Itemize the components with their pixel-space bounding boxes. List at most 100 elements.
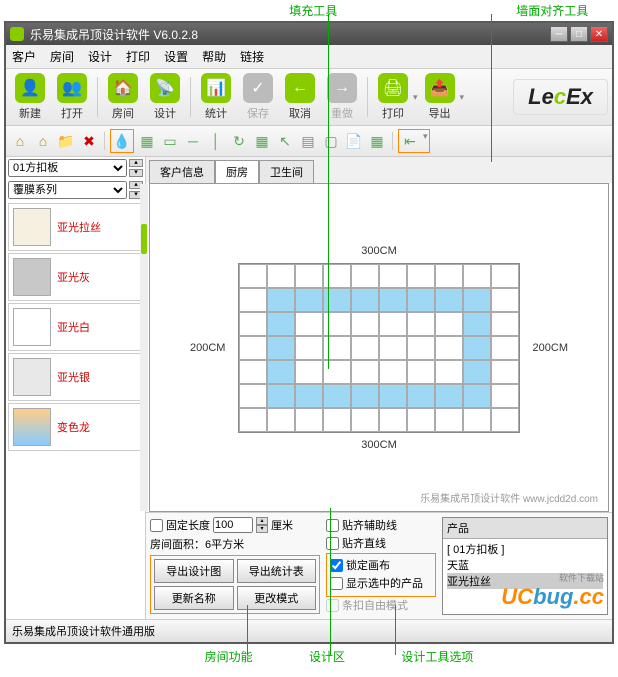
material-亚光灰[interactable]: 亚光灰 <box>8 253 143 301</box>
cell[interactable] <box>239 264 267 288</box>
cell[interactable] <box>491 384 519 408</box>
material-type-select[interactable]: 01方扣板 <box>8 159 127 177</box>
cell[interactable] <box>295 288 323 312</box>
remove-icon[interactable]: ▢ <box>321 131 341 151</box>
cell[interactable] <box>407 336 435 360</box>
tb-新建[interactable]: 👤新建 <box>10 73 50 121</box>
cell[interactable] <box>239 288 267 312</box>
home2-icon[interactable]: ⌂ <box>33 131 53 151</box>
tab-客户信息[interactable]: 客户信息 <box>149 160 215 183</box>
cell[interactable] <box>295 360 323 384</box>
export-stats-button[interactable]: 导出统计表 <box>237 559 317 583</box>
cell[interactable] <box>267 336 295 360</box>
cell[interactable] <box>295 384 323 408</box>
cell[interactable] <box>491 336 519 360</box>
cell[interactable] <box>267 264 295 288</box>
tb-导出[interactable]: 📤导出 <box>420 73 460 121</box>
cell[interactable] <box>463 312 491 336</box>
cell[interactable] <box>491 264 519 288</box>
cell[interactable] <box>379 288 407 312</box>
tb-打印[interactable]: 🖨打印 <box>373 73 413 121</box>
cell[interactable] <box>491 312 519 336</box>
doc-icon[interactable]: 📄 <box>344 131 364 151</box>
cell[interactable] <box>379 408 407 432</box>
menu-打印[interactable]: 打印 <box>124 47 152 66</box>
align-left-icon[interactable]: ⇤ <box>400 131 420 151</box>
cell[interactable] <box>491 288 519 312</box>
minus-icon[interactable]: ─ <box>183 131 203 151</box>
spin-down[interactable]: ▾ <box>256 525 268 533</box>
fixed-length-check[interactable] <box>150 519 163 532</box>
cell[interactable] <box>379 360 407 384</box>
home-icon[interactable]: ⌂ <box>10 131 30 151</box>
menu-设计[interactable]: 设计 <box>86 47 114 66</box>
nav-down[interactable]: ▾ <box>129 169 143 177</box>
cell[interactable] <box>239 408 267 432</box>
material-亚光拉丝[interactable]: 亚光拉丝 <box>8 203 143 251</box>
cell[interactable] <box>463 408 491 432</box>
cell[interactable] <box>239 384 267 408</box>
menu-房间[interactable]: 房间 <box>48 47 76 66</box>
rect-icon[interactable]: ▭ <box>160 131 180 151</box>
cell[interactable] <box>267 384 295 408</box>
dropper-icon[interactable]: 💧 <box>112 131 132 151</box>
cell[interactable] <box>239 336 267 360</box>
cell[interactable] <box>407 264 435 288</box>
cell[interactable] <box>463 264 491 288</box>
align-line-check[interactable] <box>326 537 339 550</box>
cell[interactable] <box>491 408 519 432</box>
menu-链接[interactable]: 链接 <box>238 47 266 66</box>
cell[interactable] <box>351 408 379 432</box>
cell[interactable] <box>379 336 407 360</box>
cell[interactable] <box>379 384 407 408</box>
cell[interactable] <box>239 312 267 336</box>
cell[interactable] <box>295 264 323 288</box>
material-series-select[interactable]: 覆膜系列 <box>8 181 127 199</box>
cell[interactable] <box>463 288 491 312</box>
cell[interactable] <box>407 384 435 408</box>
nav-up[interactable]: ▴ <box>129 159 143 167</box>
cell[interactable] <box>435 288 463 312</box>
cell[interactable] <box>351 288 379 312</box>
cell[interactable] <box>351 384 379 408</box>
material-亚光银[interactable]: 亚光银 <box>8 353 143 401</box>
cell[interactable] <box>407 408 435 432</box>
cell[interactable] <box>267 360 295 384</box>
lock-canvas-check[interactable] <box>330 559 343 572</box>
cell[interactable] <box>323 408 351 432</box>
menu-设置[interactable]: 设置 <box>162 47 190 66</box>
cell[interactable] <box>379 312 407 336</box>
export-design-button[interactable]: 导出设计图 <box>154 559 234 583</box>
rotate-icon[interactable]: ↻ <box>229 131 249 151</box>
tb-统计[interactable]: 📊统计 <box>196 73 236 121</box>
pointer-icon[interactable]: ↖ <box>275 131 295 151</box>
length-input[interactable] <box>213 517 253 533</box>
show-selected-check[interactable] <box>330 577 343 590</box>
cell[interactable] <box>239 360 267 384</box>
layer-icon[interactable]: ▤ <box>298 131 318 151</box>
cell[interactable] <box>351 360 379 384</box>
close-button[interactable]: ✕ <box>590 26 608 42</box>
material-亚光白[interactable]: 亚光白 <box>8 303 143 351</box>
grid-icon[interactable]: ▦ <box>137 131 157 151</box>
cell[interactable] <box>435 360 463 384</box>
cell[interactable] <box>407 288 435 312</box>
cell[interactable] <box>435 384 463 408</box>
menu-客户[interactable]: 客户 <box>10 47 38 66</box>
update-name-button[interactable]: 更新名称 <box>154 586 234 610</box>
line-icon[interactable]: │ <box>206 131 226 151</box>
cell[interactable] <box>407 360 435 384</box>
cell[interactable] <box>267 408 295 432</box>
cell[interactable] <box>295 312 323 336</box>
folder-icon[interactable]: 📁 <box>56 131 76 151</box>
spin-up[interactable]: ▴ <box>256 517 268 525</box>
tb-打开[interactable]: 👥打开 <box>52 73 92 121</box>
cell[interactable] <box>379 264 407 288</box>
cell[interactable] <box>435 264 463 288</box>
cell[interactable] <box>351 312 379 336</box>
cell[interactable] <box>463 360 491 384</box>
cell[interactable] <box>435 336 463 360</box>
cell[interactable] <box>491 360 519 384</box>
cell[interactable] <box>407 312 435 336</box>
minimize-button[interactable]: ─ <box>550 26 568 42</box>
